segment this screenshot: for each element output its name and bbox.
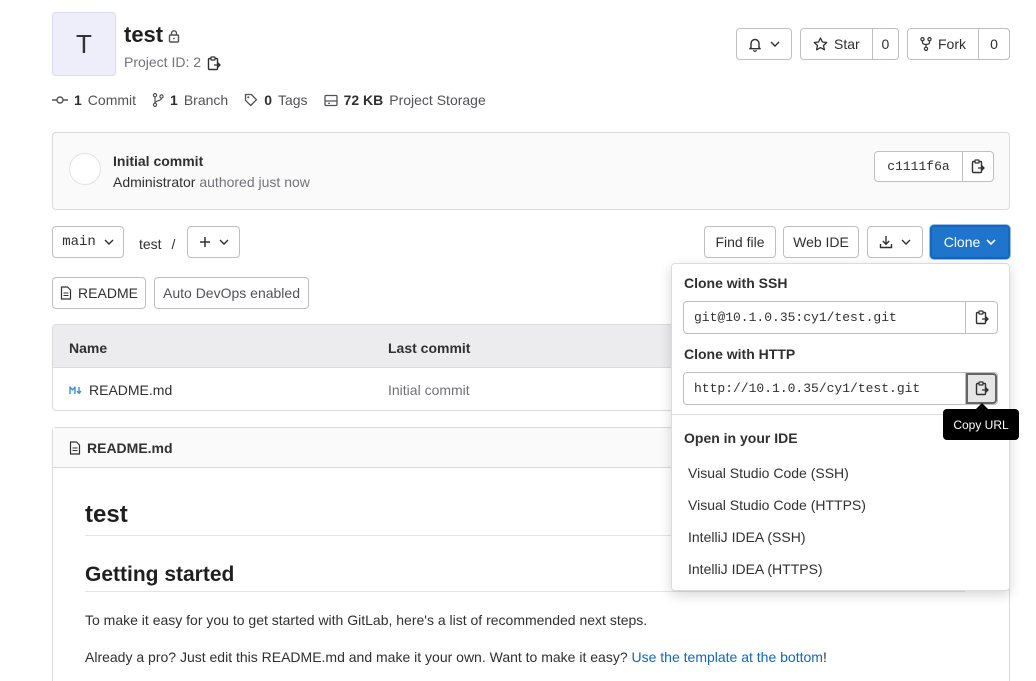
clone-label: Clone — [943, 234, 981, 250]
commit-author-avatar[interactable] — [69, 153, 101, 185]
star-label: Star — [834, 36, 860, 52]
breadcrumb: test / — [139, 236, 175, 252]
breadcrumb-separator: / — [171, 236, 176, 252]
project-avatar: T — [52, 12, 116, 76]
star-button[interactable]: Star 0 — [800, 28, 899, 60]
readme-paragraph: Already a pro? Just edit this README.md … — [85, 649, 827, 665]
ssh-url-input[interactable]: git@10.1.0.35:cy1/test.git — [684, 302, 966, 333]
file-name-cell[interactable]: README.md — [69, 382, 172, 398]
add-file-button[interactable] — [187, 226, 240, 258]
copy-ssh-button[interactable] — [966, 302, 997, 333]
ide-vscode-ssh[interactable]: Visual Studio Code (SSH) — [688, 465, 849, 481]
open-in-ide-label: Open in your IDE — [684, 430, 798, 446]
template-link[interactable]: Use the template at the bottom — [632, 649, 823, 665]
ide-intellij-ssh[interactable]: IntelliJ IDEA (SSH) — [688, 529, 805, 545]
copy-icon — [975, 309, 989, 326]
copy-icon — [971, 158, 985, 175]
star-count[interactable]: 0 — [873, 36, 898, 52]
commits-link[interactable]: 1 Commit — [52, 92, 136, 108]
commit-time: authored just now — [199, 174, 310, 190]
column-name-header: Name — [69, 340, 108, 356]
readme-filename[interactable]: README.md — [87, 440, 173, 456]
readme-heading-2: Getting started — [85, 563, 235, 586]
clone-http-field: http://10.1.0.35/cy1/test.git — [683, 372, 998, 405]
notifications-button[interactable] — [736, 28, 792, 60]
branch-selector[interactable]: main — [52, 226, 124, 258]
copy-icon — [975, 380, 989, 397]
commits-count: 1 — [74, 92, 82, 108]
copy-http-button[interactable] — [966, 373, 997, 404]
clone-ssh-field: git@10.1.0.35:cy1/test.git — [683, 301, 998, 334]
commit-sha-group: c1111f6a — [874, 151, 994, 182]
ide-intellij-https[interactable]: IntelliJ IDEA (HTTPS) — [688, 561, 823, 577]
clone-ssh-label: Clone with SSH — [684, 275, 788, 291]
branches-count: 1 — [170, 92, 178, 108]
branch-name: main — [62, 234, 96, 250]
tag-icon — [244, 93, 258, 107]
plus-icon — [199, 236, 211, 248]
branches-link[interactable]: 1 Branch — [152, 92, 228, 108]
star-icon — [813, 37, 828, 51]
commit-icon — [52, 95, 68, 105]
readme-label: README — [78, 285, 138, 301]
fork-count[interactable]: 0 — [979, 36, 1009, 52]
commit-meta: Administrator authored just now — [113, 174, 310, 190]
storage-link[interactable]: 72 KB Project Storage — [323, 92, 486, 108]
divider — [85, 591, 965, 592]
file-icon — [69, 441, 81, 455]
storage-icon — [323, 94, 338, 107]
tags-label: Tags — [277, 92, 308, 108]
readme-paragraph-text: Already a pro? Just edit this README.md … — [85, 649, 632, 665]
chevron-down-icon — [104, 239, 114, 245]
download-button[interactable] — [867, 226, 923, 258]
lock-icon — [167, 29, 181, 43]
copy-id-icon[interactable] — [207, 56, 221, 72]
chevron-down-icon — [986, 239, 996, 245]
column-last-commit-header: Last commit — [388, 340, 471, 356]
clone-button[interactable]: Clone — [930, 225, 1010, 259]
storage-label: Project Storage — [389, 92, 486, 108]
bell-icon — [748, 37, 762, 52]
tags-count: 0 — [264, 92, 272, 108]
file-icon — [60, 286, 72, 300]
breadcrumb-project[interactable]: test — [139, 236, 162, 252]
fork-button[interactable]: Fork 0 — [907, 28, 1010, 60]
chevron-down-icon — [901, 239, 911, 245]
copy-url-tooltip: Copy URL — [943, 409, 1019, 440]
project-title[interactable]: test — [124, 22, 163, 48]
commits-label: Commit — [87, 92, 137, 108]
auto-devops-button[interactable]: Auto DevOps enabled — [154, 277, 309, 309]
last-commit-panel: Initial commit Administrator authored ju… — [52, 132, 1010, 210]
project-id: Project ID: 2 — [124, 54, 202, 70]
file-last-commit[interactable]: Initial commit — [388, 382, 470, 398]
tags-link[interactable]: 0 Tags — [244, 92, 308, 108]
file-name[interactable]: README.md — [89, 382, 172, 398]
web-ide-button[interactable]: Web IDE — [783, 226, 859, 258]
commit-title[interactable]: Initial commit — [113, 153, 203, 169]
download-icon — [879, 235, 893, 249]
readme-heading-1: test — [85, 501, 128, 528]
project-stats: 1 Commit 1 Branch 0 Tags 72 KB Project S… — [52, 92, 486, 108]
chevron-down-icon — [219, 239, 229, 245]
commit-sha[interactable]: c1111f6a — [875, 152, 963, 181]
commit-author[interactable]: Administrator — [113, 174, 195, 190]
fork-icon — [920, 37, 932, 51]
readme-button[interactable]: README — [52, 277, 146, 309]
find-file-button[interactable]: Find file — [704, 226, 776, 258]
markdown-icon — [69, 385, 83, 395]
copy-sha-button[interactable] — [963, 152, 993, 181]
branch-icon — [152, 93, 164, 107]
http-url-input[interactable]: http://10.1.0.35/cy1/test.git — [684, 373, 966, 404]
branches-label: Branch — [183, 92, 229, 108]
fork-label: Fork — [938, 36, 966, 52]
chevron-down-icon — [770, 41, 780, 47]
clone-http-label: Clone with HTTP — [684, 346, 796, 362]
readme-paragraph: To make it easy for you to get started w… — [85, 612, 648, 628]
ide-vscode-https[interactable]: Visual Studio Code (HTTPS) — [688, 497, 866, 513]
storage-size: 72 KB — [343, 92, 384, 108]
readme-paragraph-end: ! — [822, 649, 827, 665]
